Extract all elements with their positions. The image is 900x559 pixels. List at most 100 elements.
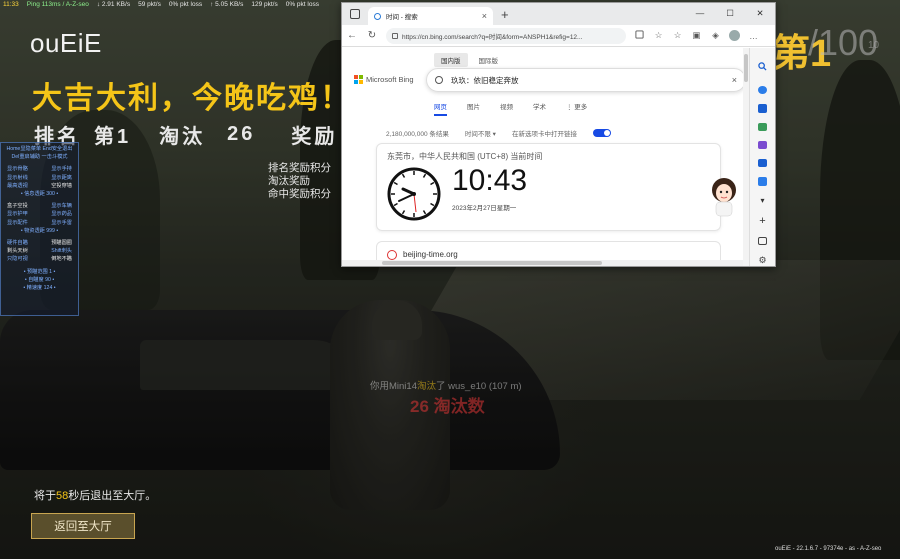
time-answer-card: 东莞市，中华人民共和国 (UTC+8) 当前时间 10:43 2023年2月27… — [376, 143, 721, 231]
overlay-menu: Home显隐菜单 End安全退出 Del重启辅助 一击斗模式 显示骨骼 显示手持 … — [0, 142, 79, 316]
menu-row[interactable]: 硬件自瞄 预瞄圆圈 — [3, 239, 76, 247]
horizontal-scrollbar[interactable] — [342, 260, 748, 266]
search-input[interactable]: 玖玖：依旧稳定奔放 × — [426, 68, 746, 92]
add-sidebar-app-icon[interactable]: + — [759, 215, 765, 227]
reward-list: 排名奖励积分 淘汰奖励 命中奖励积分 — [268, 162, 331, 201]
split-screen-icon[interactable] — [758, 236, 767, 246]
tab-actions-icon[interactable] — [350, 9, 360, 19]
return-to-lobby-button[interactable]: 返回至大厅 — [31, 513, 135, 539]
new-tab-toggle[interactable] — [592, 129, 611, 137]
chevron-down-icon[interactable]: ▾ — [760, 196, 764, 205]
upload-rate: ↑ 5.05 KB/s — [210, 1, 244, 8]
menu-row[interactable]: 只隐可视 倒地不瞄 — [3, 255, 76, 263]
packet-loss: 0% pkt loss — [285, 1, 319, 8]
digital-time: 10:43 — [452, 164, 528, 197]
favorite-star-icon[interactable]: ☆ — [653, 30, 664, 41]
window-controls: — ☐ ✕ — [685, 3, 775, 23]
new-tab-button[interactable]: + — [501, 7, 509, 22]
reward-item: 命中奖励积分 — [268, 188, 331, 200]
menu-row[interactable]: 最高透视 空投穿墙 — [3, 182, 76, 190]
url-text: https://cn.bing.com/search?q=时间&form=ANS… — [402, 33, 583, 41]
more-menu-icon[interactable]: … — [748, 31, 759, 41]
packet-rate: 129 pkt/s — [251, 1, 278, 8]
reward-item: 排名奖励积分 — [268, 162, 331, 174]
close-tab-icon[interactable]: × — [482, 11, 487, 21]
profile-avatar[interactable] — [729, 30, 740, 41]
result-site: beijing-time.org — [403, 250, 458, 259]
player-name: ouEiE — [30, 28, 102, 58]
tab-videos[interactable]: 视频 — [500, 101, 513, 116]
tab-more[interactable]: ⋮ 更多 — [566, 101, 587, 116]
browser-window: 时间 - 搜索 × + — ☐ ✕ ← ↻ https://cn.bing.co… — [341, 2, 776, 267]
kill-feed: 你用Mini14淘汰了 wus_e10 (107 m) — [370, 381, 522, 392]
menu-value[interactable]: • 信息透距 300 • — [3, 190, 76, 198]
menu-value[interactable]: • 预瞄范围 1 • — [3, 268, 76, 276]
menu-row[interactable]: 显示射线 显示距离 — [3, 174, 76, 182]
kills-label: 淘汰 — [159, 126, 206, 148]
favorites-icon[interactable]: ☆ — [672, 30, 683, 41]
tab-academic[interactable]: 学术 — [533, 101, 546, 116]
time-filter-dropdown[interactable]: 时间不限 ▾ — [465, 128, 496, 138]
menu-row[interactable]: 显示骨骼 显示手持 — [3, 165, 76, 173]
packet-rate: 59 pkt/s — [138, 1, 161, 8]
clock-time: 11:33 — [3, 1, 19, 8]
reader-icon[interactable] — [634, 30, 645, 41]
kill-count-notice: 26 淘汰数 — [410, 397, 485, 416]
reward-item: 淘汰奖励 — [268, 175, 310, 187]
settings-gear-icon[interactable]: ⚙ — [758, 255, 766, 266]
bing-logo[interactable]: Microsoft Bing — [354, 75, 414, 84]
edge-sidebar: ▾ + ⚙ — [749, 48, 775, 266]
new-tab-toggle-label: 在新选项卡中打开链接 — [511, 131, 577, 138]
tools-briefcase-icon[interactable] — [758, 122, 767, 131]
search-query: 玖玖：依旧稳定奔放 — [451, 75, 519, 85]
tab-images[interactable]: 图片 — [467, 101, 480, 116]
region-tab-international[interactable]: 国际版 — [472, 53, 506, 67]
shopping-tag-icon[interactable] — [758, 104, 767, 113]
menu-row[interactable]: 显示护甲 显示药品 — [3, 210, 76, 218]
menu-header: Del重启辅助 一击斗模式 — [11, 154, 68, 161]
outlook-icon[interactable] — [758, 177, 767, 186]
tab-web[interactable]: 网页 — [434, 101, 447, 116]
ping-readout: Ping 113ms / A-Z-seo — [26, 1, 89, 8]
search-icon — [374, 12, 381, 20]
office-icon[interactable] — [758, 159, 767, 168]
copilot-icon[interactable]: ◈ — [710, 30, 721, 41]
current-date: 2023年2月27日星期一 — [452, 205, 517, 212]
packet-loss: 0% pkt loss — [168, 1, 203, 8]
results-count: 2,180,000,000 条结果 — [386, 131, 449, 138]
winner-headline: 大吉大利，今晚吃鸡！ — [32, 82, 352, 115]
minimize-button[interactable]: — — [685, 3, 715, 23]
menu-value[interactable]: • 自瞄度 90 • — [3, 276, 76, 284]
download-rate: ↓ 2.91 KB/s — [96, 1, 131, 8]
exit-countdown: 将于58秒后退出至大厅。 — [34, 490, 157, 502]
maximize-button[interactable]: ☐ — [715, 3, 745, 23]
clear-search-icon[interactable]: × — [732, 75, 737, 85]
menu-value[interactable]: • 精速度 124 • — [3, 284, 76, 292]
menu-row[interactable]: 显示配件 显示手雷 — [3, 219, 76, 227]
region-tab-domestic[interactable]: 国内版 — [434, 53, 468, 67]
games-icon[interactable] — [758, 140, 767, 150]
sidebar-search-icon[interactable] — [758, 58, 767, 76]
bing-chat-icon[interactable] — [758, 86, 767, 95]
version-string: ouEiE - 22.1.6.7 - 97374e - as - A-Z-seo — [775, 546, 882, 552]
match-summary: 排名 第1 淘汰 26 奖励 BP — [34, 120, 372, 149]
address-bar[interactable]: https://cn.bing.com/search?q=时间&form=ANS… — [386, 27, 626, 44]
bing-results-page: 国内版 国际版 Microsoft Bing 玖玖：依旧稳定奔放 × 网页 图片… — [342, 48, 748, 266]
microsoft-logo-icon — [354, 75, 363, 84]
address-bar-row: ← ↻ https://cn.bing.com/search?q=时间&form… — [342, 25, 775, 47]
collections-icon[interactable]: ▣ — [691, 30, 702, 41]
back-button[interactable]: ← — [346, 30, 358, 41]
refresh-button[interactable]: ↻ — [366, 30, 378, 41]
search-scope-tabs: 网页 图片 视频 学术 ⋮ 更多 — [434, 101, 587, 116]
big-sub: 10 — [868, 40, 880, 51]
kills-value: 26 — [227, 123, 256, 145]
menu-row[interactable]: 剩头天树 Shift刺头 — [3, 247, 76, 255]
tab-title: 时间 - 搜索 — [386, 14, 418, 21]
anime-girl-mascot[interactable] — [710, 176, 738, 218]
browser-tab[interactable]: 时间 - 搜索 × — [368, 7, 493, 25]
menu-value[interactable]: • 物资透距 999 • — [3, 227, 76, 235]
menu-row[interactable]: 盒子空投 显示车辆 — [3, 202, 76, 210]
site-favicon — [387, 250, 397, 260]
close-window-button[interactable]: ✕ — [745, 3, 775, 23]
lock-icon — [392, 32, 398, 39]
